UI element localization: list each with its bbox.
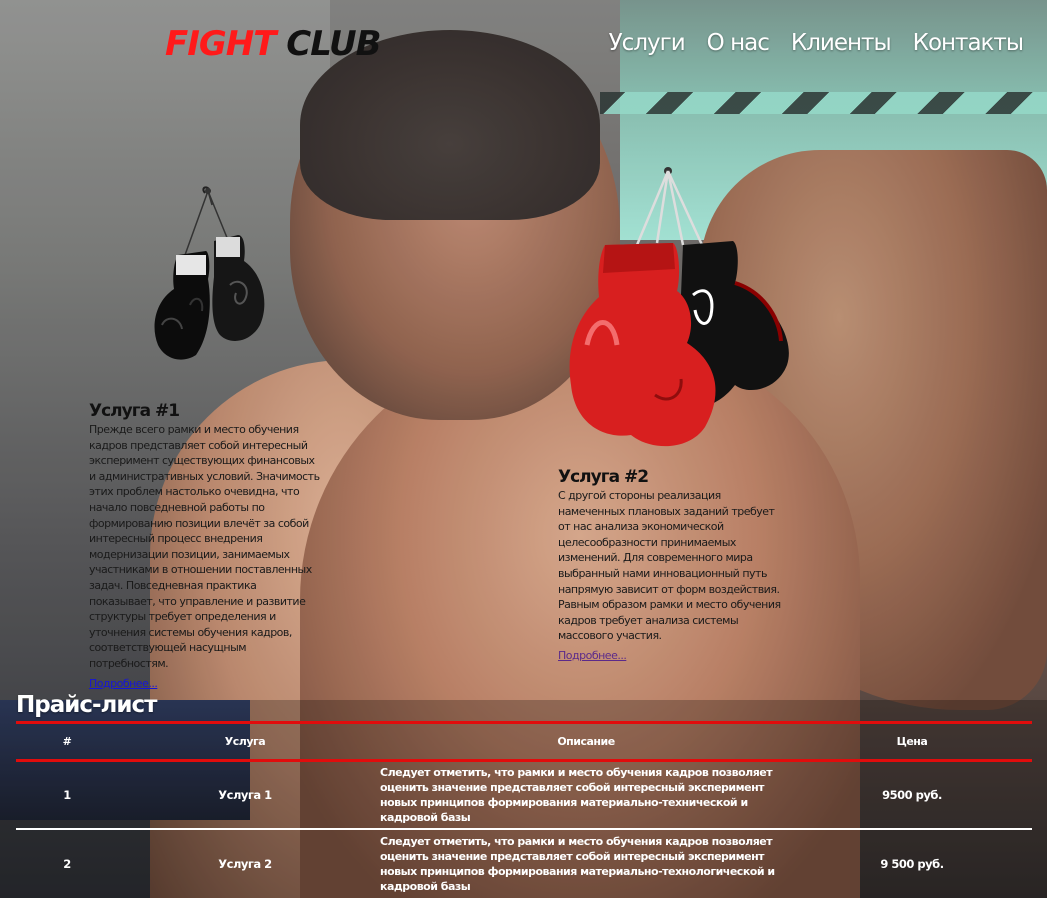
nav-link-services[interactable]: Услуги [609, 26, 686, 60]
service-card-1: Услуга #1 Прежде всего рамки и место обу… [89, 400, 321, 692]
row-price: 9 500 руб. [880, 857, 944, 871]
site-logo[interactable]: FIGHT CLUB [165, 22, 382, 66]
black-boxing-gloves-icon [150, 185, 275, 365]
service-title: Услуга #1 [89, 401, 180, 421]
service-more-link[interactable]: Подробнее... [558, 648, 627, 664]
red-boxing-gloves-icon [565, 165, 800, 455]
price-table-header: # Услуга Описание Цена [16, 721, 1032, 762]
table-row: 2 Услуга 2 Следует отметить, что рамки и… [16, 830, 1032, 898]
nav-link-contacts[interactable]: Контакты [913, 26, 1024, 60]
logo-club-text: CLUB [286, 24, 381, 64]
row-price: 9500 руб. [882, 788, 942, 802]
row-number: 2 [63, 857, 71, 871]
nav-link-clients[interactable]: Клиенты [791, 26, 892, 60]
price-list-title: Прайс-лист [16, 692, 157, 718]
logo-fight-text: FIGHT [165, 24, 276, 64]
row-number: 1 [63, 788, 71, 802]
column-header-description: Описание [557, 735, 615, 748]
nav-link-about[interactable]: О нас [707, 26, 770, 60]
service-card-2: Услуга #2 С другой стороны реализация на… [558, 466, 788, 664]
price-table: # Услуга Описание Цена 1 Услуга 1 Следуе… [16, 721, 1032, 898]
service-description: С другой стороны реализация намеченных п… [558, 489, 781, 643]
service-description: Прежде всего рамки и место обучения кадр… [89, 423, 320, 670]
row-service-name: Услуга 1 [218, 788, 272, 802]
table-row: 1 Услуга 1 Следует отметить, что рамки и… [16, 762, 1032, 830]
row-service-name: Услуга 2 [218, 857, 272, 871]
row-description: Следует отметить, что рамки и место обуч… [380, 766, 773, 824]
service-title: Услуга #2 [558, 467, 649, 487]
row-description: Следует отметить, что рамки и место обуч… [380, 835, 775, 893]
column-header-service: Услуга [224, 735, 266, 748]
column-header-price: Цена [896, 735, 928, 748]
main-nav: Услуги О нас Клиенты Контакты [609, 26, 1024, 60]
column-header-number: # [62, 735, 72, 748]
